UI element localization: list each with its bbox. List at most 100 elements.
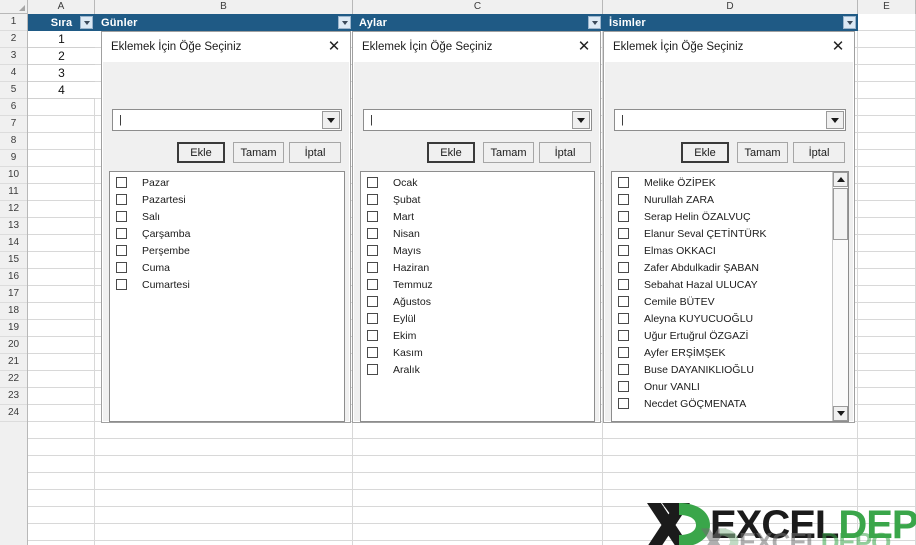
- list-item[interactable]: Çarşamba: [110, 225, 344, 242]
- checkbox-icon[interactable]: [116, 228, 127, 239]
- row-header-20[interactable]: 20: [0, 337, 27, 354]
- list-item[interactable]: Ekim: [361, 327, 594, 344]
- filter-button-sira[interactable]: [80, 16, 93, 29]
- button-tamam-gunler[interactable]: Tamam: [233, 142, 284, 163]
- row-header-17[interactable]: 17: [0, 286, 27, 303]
- checkbox-icon[interactable]: [618, 296, 629, 307]
- checkbox-icon[interactable]: [367, 245, 378, 256]
- list-item[interactable]: Aralık: [361, 361, 594, 378]
- checkbox-icon[interactable]: [618, 279, 629, 290]
- checkbox-icon[interactable]: [367, 177, 378, 188]
- row-header-24[interactable]: 24: [0, 405, 27, 422]
- row-header-19[interactable]: 19: [0, 320, 27, 337]
- listbox-isimler[interactable]: Melike ÖZİPEK Nurullah ZARA Serap Helin ÖZ…: [611, 171, 849, 422]
- row-header-7[interactable]: 7: [0, 116, 27, 133]
- row-header-8[interactable]: 8: [0, 133, 27, 150]
- checkbox-icon[interactable]: [367, 262, 378, 273]
- column-header-d[interactable]: D: [603, 0, 858, 14]
- select-all-corner[interactable]: [0, 0, 28, 14]
- checkbox-icon[interactable]: [618, 228, 629, 239]
- list-item[interactable]: Pazartesi: [110, 191, 344, 208]
- list-item[interactable]: Eylül: [361, 310, 594, 327]
- row-header-15[interactable]: 15: [0, 252, 27, 269]
- combo-input-aylar[interactable]: |: [363, 109, 592, 131]
- checkbox-icon[interactable]: [367, 296, 378, 307]
- list-item[interactable]: Melike ÖZİPEK: [612, 174, 831, 191]
- combo-dropdown-button-isimler[interactable]: [826, 111, 844, 129]
- list-item[interactable]: Mayıs: [361, 242, 594, 259]
- scrollbar-thumb[interactable]: [833, 188, 848, 240]
- cell-sira-3[interactable]: 3: [28, 65, 95, 82]
- row-header-9[interactable]: 9: [0, 150, 27, 167]
- filter-button-isimler[interactable]: [843, 16, 856, 29]
- checkbox-icon[interactable]: [618, 177, 629, 188]
- row-header-18[interactable]: 18: [0, 303, 27, 320]
- checkbox-icon[interactable]: [116, 211, 127, 222]
- table-header-isimler[interactable]: İsimler: [603, 14, 858, 31]
- row-header-4[interactable]: 4: [0, 65, 27, 82]
- checkbox-icon[interactable]: [116, 177, 127, 188]
- checkbox-icon[interactable]: [618, 381, 629, 392]
- cell-sira-1[interactable]: 1: [28, 31, 95, 48]
- list-item[interactable]: Aleyna KUYUCUOĞLU: [612, 310, 831, 327]
- listbox-scrollbar-isimler[interactable]: [832, 172, 848, 421]
- checkbox-icon[interactable]: [367, 364, 378, 375]
- row-header-16[interactable]: 16: [0, 269, 27, 286]
- checkbox-icon[interactable]: [116, 262, 127, 273]
- row-header-1[interactable]: 1: [0, 14, 27, 31]
- close-icon-gunler[interactable]: ✕: [325, 38, 343, 56]
- row-header-13[interactable]: 13: [0, 218, 27, 235]
- table-header-sira[interactable]: Sıra: [28, 14, 95, 31]
- list-item[interactable]: Cemile BÜTEV: [612, 293, 831, 310]
- list-item[interactable]: Buse DAYANIKLIOĞLU: [612, 361, 831, 378]
- button-ekle-aylar[interactable]: Ekle: [427, 142, 475, 163]
- table-header-aylar[interactable]: Aylar: [353, 14, 603, 31]
- worksheet-grid[interactable]: Sıra Günler Aylar İsimler 1234 Eklemek İ…: [28, 14, 916, 545]
- checkbox-icon[interactable]: [367, 347, 378, 358]
- button-ekle-gunler[interactable]: Ekle: [177, 142, 225, 163]
- button-iptal-isimler[interactable]: İptal: [793, 142, 845, 163]
- list-item[interactable]: Pazar: [110, 174, 344, 191]
- listbox-aylar[interactable]: Ocak Şubat Mart Nisan Mayıs Haziran Temmuz Ağus…: [360, 171, 595, 422]
- checkbox-icon[interactable]: [116, 279, 127, 290]
- row-header-14[interactable]: 14: [0, 235, 27, 252]
- list-item[interactable]: Ocak: [361, 174, 594, 191]
- checkbox-icon[interactable]: [367, 211, 378, 222]
- checkbox-icon[interactable]: [618, 330, 629, 341]
- combo-input-gunler[interactable]: |: [112, 109, 342, 131]
- row-header-6[interactable]: 6: [0, 99, 27, 116]
- row-header-2[interactable]: 2: [0, 31, 27, 48]
- listbox-gunler[interactable]: Pazar Pazartesi Salı Çarşamba Perşembe Cuma Cu…: [109, 171, 345, 422]
- row-header-23[interactable]: 23: [0, 388, 27, 405]
- list-item[interactable]: Elanur Seval ÇETİNTÜRK: [612, 225, 831, 242]
- combo-dropdown-button-gunler[interactable]: [322, 111, 340, 129]
- checkbox-icon[interactable]: [367, 279, 378, 290]
- list-item[interactable]: Ayfer ERŞİMŞEK: [612, 344, 831, 361]
- list-item[interactable]: Temmuz: [361, 276, 594, 293]
- cell-sira-2[interactable]: 2: [28, 48, 95, 65]
- checkbox-icon[interactable]: [116, 194, 127, 205]
- list-item[interactable]: Haziran: [361, 259, 594, 276]
- filter-button-gunler[interactable]: [338, 16, 351, 29]
- list-item[interactable]: Nurullah ZARA: [612, 191, 831, 208]
- checkbox-icon[interactable]: [618, 194, 629, 205]
- checkbox-icon[interactable]: [618, 245, 629, 256]
- scroll-up-button[interactable]: [833, 172, 848, 187]
- row-header-11[interactable]: 11: [0, 184, 27, 201]
- checkbox-icon[interactable]: [367, 194, 378, 205]
- button-ekle-isimler[interactable]: Ekle: [681, 142, 729, 163]
- button-tamam-aylar[interactable]: Tamam: [483, 142, 534, 163]
- list-item[interactable]: Mart: [361, 208, 594, 225]
- list-item[interactable]: Perşembe: [110, 242, 344, 259]
- checkbox-icon[interactable]: [618, 364, 629, 375]
- checkbox-icon[interactable]: [367, 330, 378, 341]
- column-header-c[interactable]: C: [353, 0, 603, 14]
- column-header-e[interactable]: E: [858, 0, 916, 14]
- row-header-22[interactable]: 22: [0, 371, 27, 388]
- list-item[interactable]: Nisan: [361, 225, 594, 242]
- row-header-5[interactable]: 5: [0, 82, 27, 99]
- column-header-b[interactable]: B: [95, 0, 353, 14]
- dialog-gunler[interactable]: Eklemek İçin Öğe Seçiniz ✕ | Ekle Tamam İptal…: [101, 31, 351, 423]
- list-item[interactable]: Onur VANLI: [612, 378, 831, 395]
- list-item[interactable]: Cumartesi: [110, 276, 344, 293]
